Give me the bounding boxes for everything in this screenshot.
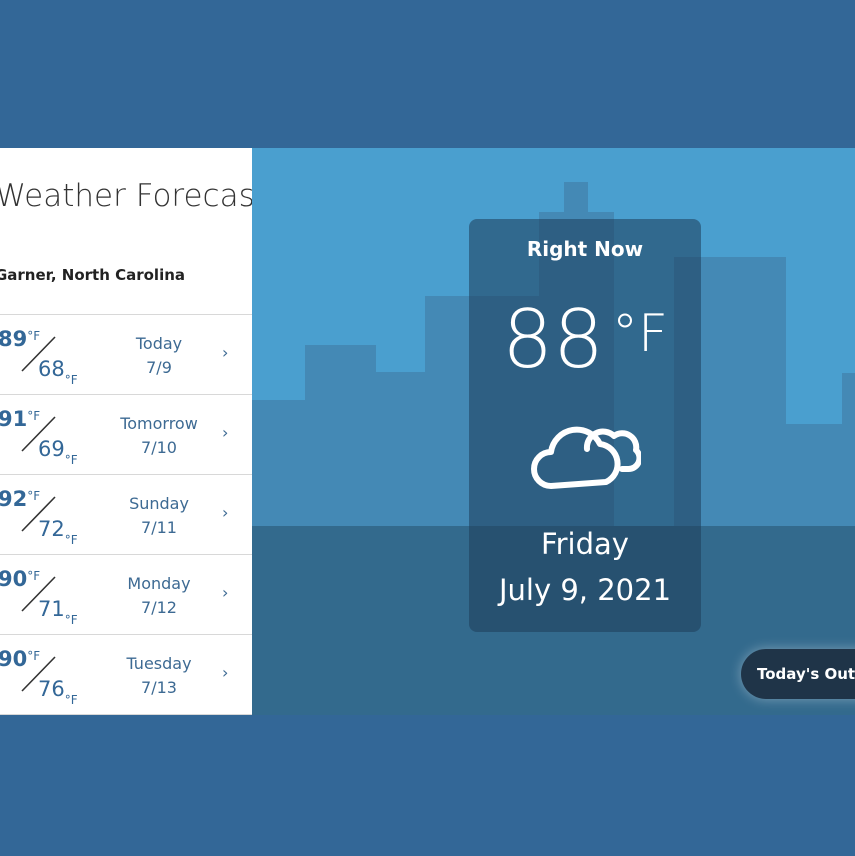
forecast-location: Garner, North Carolina (0, 266, 186, 284)
skyline-building (842, 373, 855, 543)
day-label: Today 7/9 (135, 334, 183, 377)
skyline-building (305, 345, 376, 545)
low-temp: 68°F (38, 357, 78, 387)
low-temp: 72°F (38, 517, 78, 547)
skyline-building (252, 400, 312, 540)
day-label: Monday 7/12 (127, 574, 191, 617)
forecast-day-row[interactable]: 90°F 76°F Tuesday 7/13 › (0, 635, 252, 715)
day-label: Tomorrow 7/10 (120, 414, 198, 457)
forecast-panel: -Day Weather Forecast Garner, North Caro… (0, 148, 252, 715)
current-weather-scene: Right Now 88 °F Friday July 9, 2021 Today… (252, 148, 855, 715)
forecast-day-row[interactable]: 91°F 69°F Tomorrow 7/10 › (0, 395, 252, 475)
cloudy-icon (531, 426, 641, 489)
forecast-day-row[interactable]: 90°F 71°F Monday 7/12 › (0, 555, 252, 635)
todays-outlook-button[interactable]: Today's Outlook (741, 649, 855, 699)
forecast-title: -Day Weather Forecast (0, 178, 252, 214)
forecast-day-row[interactable]: 89°F 68°F Today 7/9 › (0, 315, 252, 395)
chevron-right-icon: › (222, 663, 229, 682)
day-label: Tuesday 7/13 (126, 654, 192, 697)
current-conditions-card: Right Now 88 °F Friday July 9, 2021 (469, 219, 701, 632)
current-date: July 9, 2021 (498, 573, 672, 607)
low-temp: 71°F (38, 597, 78, 627)
chevron-right-icon: › (222, 423, 229, 442)
current-day: Friday (541, 527, 629, 561)
forecast-day-row[interactable]: 92°F 72°F Sunday 7/11 › (0, 475, 252, 555)
chevron-right-icon: › (222, 503, 229, 522)
skyline-building (376, 372, 426, 542)
chevron-right-icon: › (222, 343, 229, 362)
forecast-day-list: 89°F 68°F Today 7/9 › 91°F 69°F Tomorrow 7… (0, 314, 252, 715)
chevron-right-icon: › (222, 583, 229, 602)
right-now-label: Right Now (526, 237, 644, 261)
low-temp: 76°F (38, 677, 78, 707)
low-temp: 69°F (38, 437, 78, 467)
skyline-building (564, 182, 588, 222)
day-label: Sunday 7/11 (129, 494, 189, 537)
current-temperature: 88 °F (502, 293, 668, 386)
